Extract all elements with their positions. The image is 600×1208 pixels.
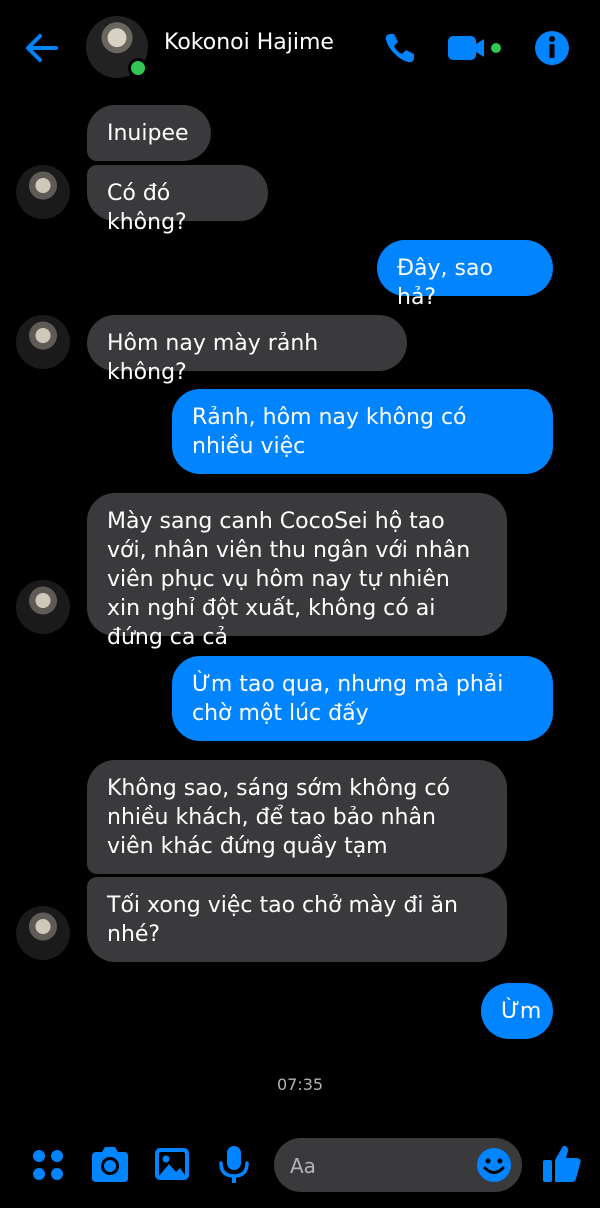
apps-grid-icon[interactable]: [26, 1142, 70, 1186]
incoming-message[interactable]: Mày sang canh CocoSei hộ tao với, nhân v…: [87, 493, 507, 650]
gallery-icon[interactable]: [150, 1142, 194, 1186]
outgoing-message[interactable]: Ừm: [481, 983, 553, 1039]
message-input-box[interactable]: [274, 1138, 522, 1192]
outgoing-message[interactable]: Đây, sao hả?: [377, 240, 553, 310]
contact-avatar-small[interactable]: [16, 906, 70, 960]
incoming-message[interactable]: Không sao, sáng sớm không có nhiều khách…: [87, 760, 507, 874]
message-timestamp: 07:35: [276, 1075, 324, 1094]
outgoing-message[interactable]: Ừm tao qua, nhưng mà phải chờ một lúc đấ…: [172, 656, 553, 741]
thumbs-up-icon[interactable]: [540, 1142, 584, 1186]
microphone-icon[interactable]: [212, 1142, 256, 1186]
incoming-message[interactable]: Inuipee: [87, 105, 211, 161]
message-input[interactable]: [288, 1148, 472, 1184]
incoming-message[interactable]: Hôm nay mày rảnh không?: [87, 315, 407, 385]
contact-avatar-small[interactable]: [16, 580, 70, 634]
camera-icon[interactable]: [88, 1142, 132, 1186]
incoming-message[interactable]: Có đó không?: [87, 165, 268, 235]
incoming-message[interactable]: Tối xong việc tao chở mày đi ăn nhé?: [87, 877, 507, 962]
outgoing-message[interactable]: Rảnh, hôm nay không có nhiều việc: [172, 389, 553, 474]
message-list: Inuipee Có đó không? Đây, sao hả? Hôm na…: [0, 0, 600, 1060]
contact-avatar-small[interactable]: [16, 315, 70, 369]
composer-bar: [0, 1130, 600, 1200]
emoji-icon[interactable]: [474, 1145, 514, 1185]
contact-avatar-small[interactable]: [16, 165, 70, 219]
